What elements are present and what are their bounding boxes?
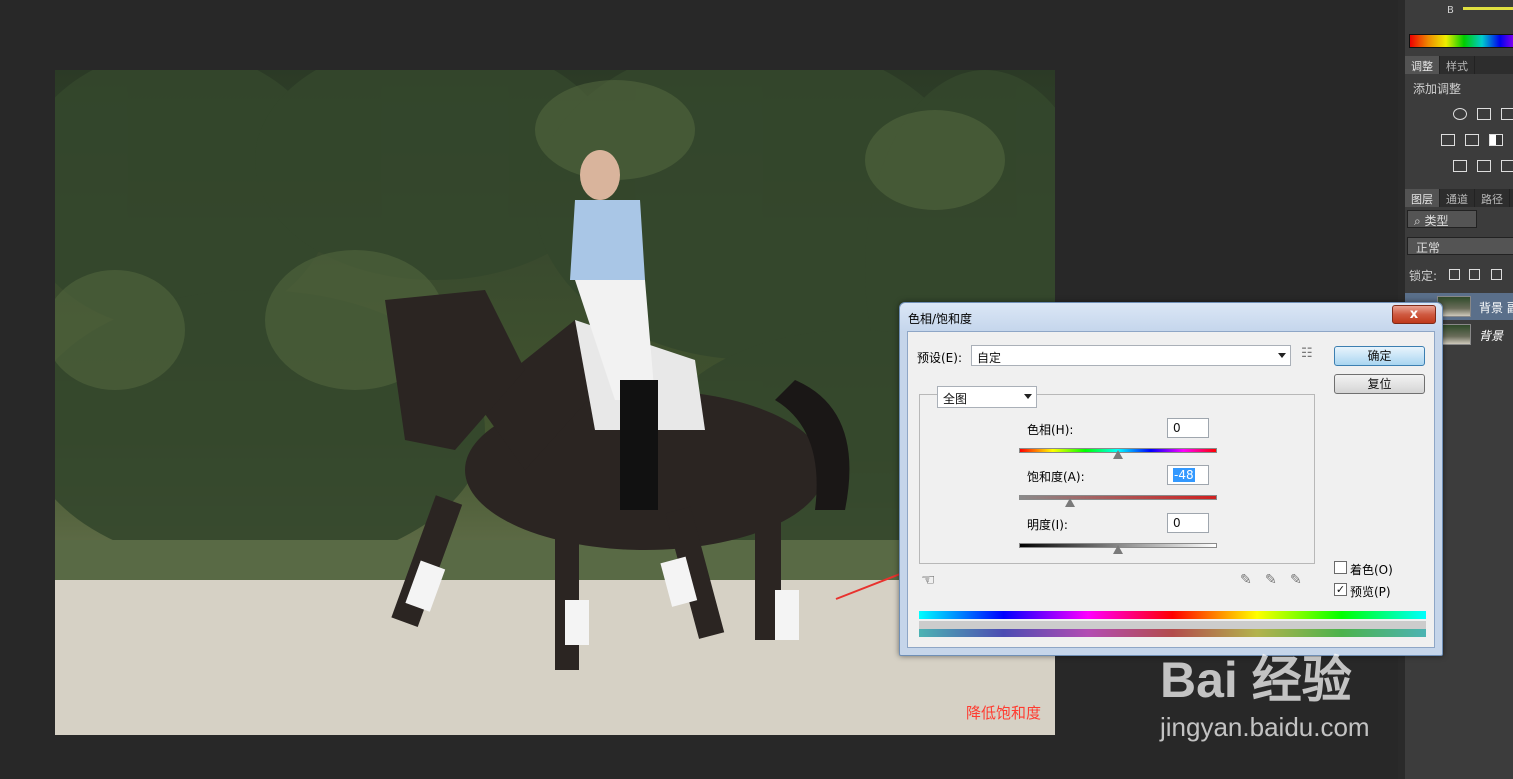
preset-select[interactable]: 自定 bbox=[971, 345, 1291, 366]
color-bar-separator bbox=[919, 621, 1426, 629]
watermark-url: jingyan.baidu.com bbox=[1160, 712, 1370, 742]
preset-label: 预设(E): bbox=[917, 351, 962, 365]
adjustment-group bbox=[919, 394, 1315, 564]
targeted-adjustment-hand-icon[interactable]: ☜ bbox=[921, 570, 935, 589]
chevron-down-icon bbox=[1024, 394, 1032, 399]
dialog-body: 预设(E): 自定 ☷ 确定 复位 全图 色相(H): 0 饱和度(A): -4… bbox=[907, 331, 1435, 648]
channel-b-label: B bbox=[1447, 5, 1454, 16]
saturation-slider-track[interactable] bbox=[1019, 495, 1217, 500]
preview-checkbox[interactable]: ✓ bbox=[1334, 583, 1347, 596]
canvas-caption: 降低饱和度 bbox=[965, 704, 1041, 722]
channel-value: 全图 bbox=[943, 392, 968, 406]
lock-label: 锁定: bbox=[1409, 269, 1438, 283]
brightness-icon[interactable] bbox=[1453, 108, 1467, 120]
saturation-input[interactable]: -48 bbox=[1167, 465, 1209, 485]
hue-input[interactable]: 0 bbox=[1167, 418, 1209, 438]
layer-filter-select[interactable]: ⌕ 类型 bbox=[1407, 210, 1477, 228]
tab-styles[interactable]: 样式 bbox=[1440, 56, 1475, 74]
preset-options-icon[interactable]: ☷ bbox=[1301, 346, 1313, 361]
channel-select[interactable]: 全图 bbox=[937, 386, 1037, 408]
add-adjustment-label: 添加调整 bbox=[1413, 82, 1462, 96]
channel-b-slider[interactable] bbox=[1463, 7, 1513, 10]
eyedropper-minus-icon[interactable]: ✎ bbox=[1290, 572, 1302, 588]
color-balance-icon[interactable] bbox=[1465, 134, 1479, 146]
preview-label: 预览(P) bbox=[1350, 585, 1391, 599]
hue-slider-thumb[interactable] bbox=[1113, 450, 1123, 459]
vibrance-icon[interactable] bbox=[1441, 134, 1455, 146]
watermark-logo: Bai 经验 bbox=[1160, 652, 1352, 708]
color-spectrum-bar[interactable] bbox=[1409, 34, 1513, 48]
blend-mode-value: 正常 bbox=[1416, 241, 1441, 255]
layer-name: 背景 bbox=[1479, 329, 1504, 343]
color-panel: B bbox=[1405, 0, 1513, 55]
layer-filter-value: 类型 bbox=[1424, 214, 1449, 228]
lock-transparent-icon[interactable] bbox=[1449, 269, 1460, 280]
lock-move-icon[interactable] bbox=[1491, 269, 1502, 280]
lightness-input[interactable]: 0 bbox=[1167, 513, 1209, 533]
preset-value: 自定 bbox=[977, 351, 1002, 365]
hue-value: 0 bbox=[1173, 421, 1181, 435]
tab-paths[interactable]: 路径 bbox=[1475, 189, 1510, 207]
colorize-label: 着色(O) bbox=[1350, 563, 1393, 577]
lightness-label: 明度(I): bbox=[1027, 518, 1068, 532]
tab-channels[interactable]: 通道 bbox=[1440, 189, 1475, 207]
tab-layers[interactable]: 图层 bbox=[1405, 189, 1440, 207]
ok-button[interactable]: 确定 bbox=[1334, 346, 1425, 366]
output-color-bar bbox=[919, 629, 1426, 637]
curves-icon[interactable] bbox=[1501, 108, 1513, 120]
chevron-down-icon bbox=[1278, 353, 1286, 358]
tab-adjustments[interactable]: 调整 bbox=[1405, 56, 1440, 74]
input-color-bar bbox=[919, 611, 1426, 619]
threshold-icon[interactable] bbox=[1477, 160, 1491, 172]
dialog-title: 色相/饱和度 bbox=[908, 312, 973, 326]
saturation-slider-thumb[interactable] bbox=[1065, 498, 1075, 507]
lightness-value: 0 bbox=[1173, 516, 1181, 530]
colorize-checkbox[interactable] bbox=[1334, 561, 1347, 574]
lock-brush-icon[interactable] bbox=[1469, 269, 1480, 280]
close-button[interactable]: x bbox=[1392, 305, 1436, 324]
eyedropper-icon[interactable]: ✎ bbox=[1240, 572, 1252, 588]
black-white-icon[interactable] bbox=[1489, 134, 1503, 146]
levels-icon[interactable] bbox=[1477, 108, 1491, 120]
hue-label: 色相(H): bbox=[1027, 423, 1074, 437]
blend-mode-select[interactable]: 正常 bbox=[1407, 237, 1513, 255]
posterize-icon[interactable] bbox=[1453, 160, 1467, 172]
adjustments-panel: 调整 样式 添加调整 bbox=[1405, 56, 1513, 184]
dialog-titlebar[interactable]: 色相/饱和度 bbox=[900, 303, 1442, 331]
gradient-map-icon[interactable] bbox=[1501, 160, 1513, 172]
saturation-value: -48 bbox=[1173, 468, 1195, 482]
lightness-slider-thumb[interactable] bbox=[1113, 545, 1123, 554]
reset-button[interactable]: 复位 bbox=[1334, 374, 1425, 394]
layer-name: 背景 副本 bbox=[1479, 301, 1513, 315]
eyedropper-plus-icon[interactable]: ✎ bbox=[1265, 572, 1277, 588]
saturation-label: 饱和度(A): bbox=[1027, 470, 1085, 484]
hue-saturation-dialog: 色相/饱和度 x 预设(E): 自定 ☷ 确定 复位 全图 色相(H): 0 饱… bbox=[899, 302, 1443, 656]
